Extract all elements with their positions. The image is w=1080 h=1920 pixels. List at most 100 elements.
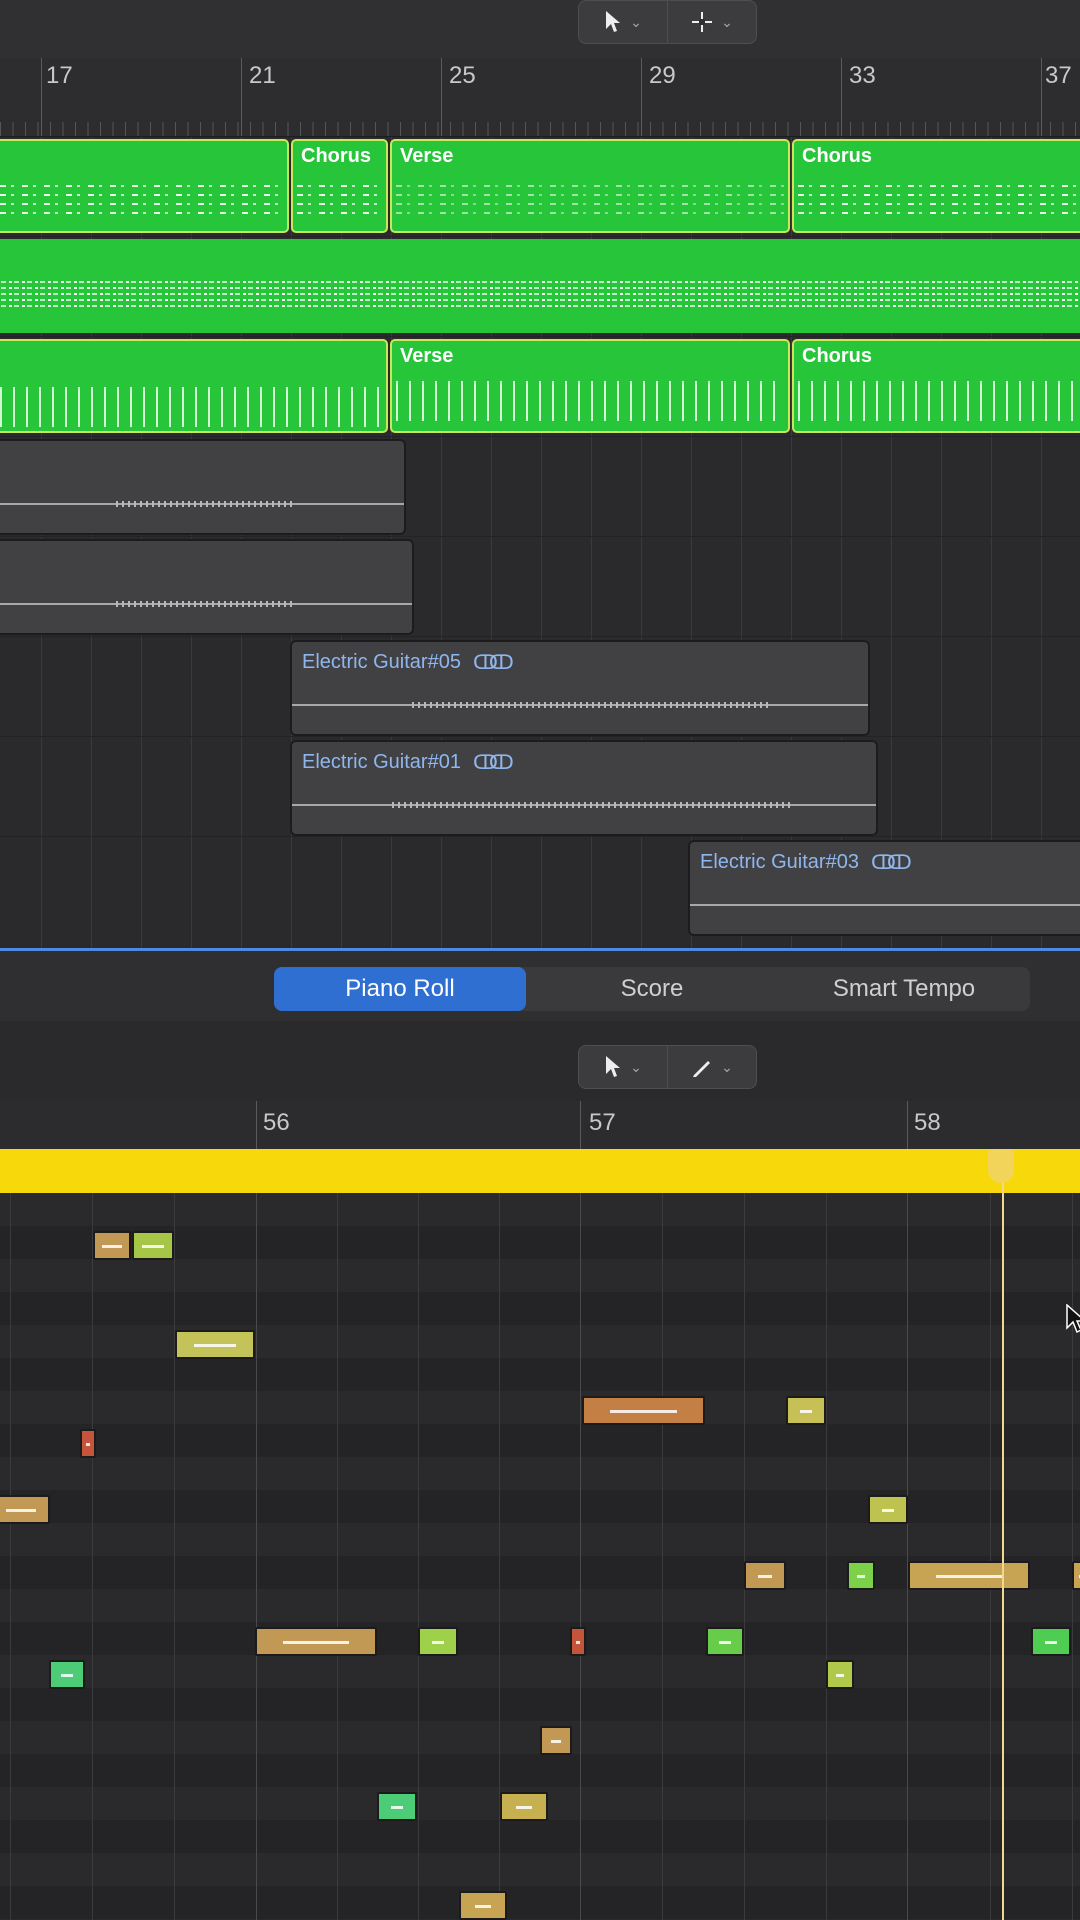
tab-smart-tempo[interactable]: Smart Tempo <box>778 967 1030 1011</box>
grid-line <box>174 1193 175 1920</box>
audio-region[interactable] <box>0 439 406 535</box>
crosshair-icon <box>692 12 713 32</box>
midi-note[interactable] <box>49 1660 85 1689</box>
midi-note[interactable] <box>500 1792 548 1821</box>
grid-line <box>907 1193 908 1920</box>
audio-region-electric-guitar-03[interactable]: Electric Guitar#03 ↀↀ <box>688 840 1080 936</box>
grid-line <box>10 1193 11 1920</box>
tracks-ruler[interactable]: 17 21 25 29 33 37 <box>0 58 1080 137</box>
midi-note[interactable] <box>908 1561 1030 1590</box>
midi-note[interactable] <box>582 1396 705 1425</box>
midi-notes-preview <box>396 185 784 221</box>
midi-note[interactable] <box>706 1627 744 1656</box>
bar-tick <box>907 1101 908 1149</box>
piano-roll-grid[interactable] <box>0 1193 1080 1920</box>
tab-piano-roll[interactable]: Piano Roll <box>274 967 526 1011</box>
midi-note[interactable] <box>175 1330 255 1359</box>
region-name: Verse <box>400 345 454 367</box>
region-name: Electric Guitar#01 <box>302 751 461 773</box>
bar-number: 56 <box>263 1109 290 1136</box>
piano-roll-ruler[interactable]: 56 57 58 <box>0 1101 1080 1149</box>
midi-note[interactable] <box>132 1231 174 1260</box>
tab-score[interactable]: Score <box>526 967 778 1011</box>
grid-line <box>662 1193 663 1920</box>
chevron-down-icon: ⌄ <box>630 13 642 30</box>
track-divider <box>0 836 1080 837</box>
bar-number: 21 <box>249 62 276 89</box>
midi-region-verse[interactable]: Verse <box>390 139 790 233</box>
audio-region-electric-guitar-05[interactable]: Electric Guitar#05 ↀↀ <box>290 640 870 736</box>
bar-number: 58 <box>914 1109 941 1136</box>
grid-line <box>418 1193 419 1920</box>
grid-line <box>826 1193 827 1920</box>
midi-note[interactable] <box>459 1891 507 1920</box>
mouse-cursor-icon <box>1066 1304 1080 1334</box>
midi-note[interactable] <box>570 1627 586 1656</box>
midi-note[interactable] <box>1031 1627 1071 1656</box>
midi-region-chorus[interactable]: Chorus <box>291 139 388 233</box>
waveform-detail <box>392 802 792 808</box>
pointer-tool-menu[interactable]: ⌄ <box>579 1046 667 1088</box>
region-name: Electric Guitar#03 <box>700 851 859 873</box>
midi-region-chorus[interactable]: Chorus <box>792 339 1080 433</box>
midi-notes-preview <box>396 381 784 421</box>
region-name-row: Electric Guitar#05 ↀↀ <box>302 650 514 675</box>
pencil-tool-menu[interactable]: ⌄ <box>667 1046 756 1088</box>
midi-note[interactable] <box>255 1627 377 1656</box>
waveform <box>690 904 1080 906</box>
midi-notes-preview <box>798 185 1080 221</box>
midi-note[interactable] <box>93 1231 131 1260</box>
pointer-tool-menu[interactable]: ⌄ <box>579 1 667 43</box>
bar-number: 29 <box>649 62 676 89</box>
grid-line <box>580 1193 581 1920</box>
midi-note[interactable] <box>80 1429 96 1458</box>
region-name-row: Electric Guitar#01 ↀↀ <box>302 750 514 775</box>
midi-note[interactable] <box>868 1495 908 1524</box>
track-divider <box>0 636 1080 637</box>
chevron-down-icon: ⌄ <box>721 1058 733 1075</box>
midi-notes-preview <box>297 185 382 221</box>
secondary-tool-menu[interactable]: ⌄ <box>667 1 756 43</box>
midi-notes-preview <box>0 185 283 221</box>
track-divider <box>0 236 1080 237</box>
playhead-handle[interactable] <box>988 1149 1014 1183</box>
audio-region-electric-guitar-01[interactable]: Electric Guitar#01 ↀↀ <box>290 740 878 836</box>
region-name: Verse <box>400 145 454 167</box>
chevron-down-icon: ⌄ <box>721 13 733 30</box>
tracks-area[interactable]: Chorus Verse Chorus Verse Chorus Electri… <box>0 137 1080 949</box>
midi-note[interactable] <box>847 1561 875 1590</box>
midi-region-verse[interactable]: Verse <box>390 339 790 433</box>
bar-tick <box>580 1101 581 1149</box>
midi-region-strip[interactable] <box>0 1149 1080 1193</box>
editor-tool-menus: ⌄ ⌄ <box>578 1045 757 1089</box>
editor-tabs: Piano Roll Score Smart Tempo <box>274 967 1030 1011</box>
midi-region[interactable] <box>0 339 388 433</box>
bar-number: 33 <box>849 62 876 89</box>
midi-note[interactable] <box>786 1396 826 1425</box>
audio-region[interactable] <box>0 539 414 635</box>
track-divider <box>0 336 1080 337</box>
playhead[interactable] <box>1002 1160 1004 1920</box>
waveform-detail <box>116 601 296 607</box>
waveform-detail <box>116 501 296 507</box>
midi-region-chorus[interactable]: Chorus <box>792 139 1080 233</box>
grid-line <box>1072 1193 1073 1920</box>
bar-number: 57 <box>589 1109 616 1136</box>
loop-icon: ↀↀ <box>472 752 514 774</box>
midi-note[interactable] <box>377 1792 417 1821</box>
midi-note[interactable] <box>1072 1561 1080 1590</box>
midi-region[interactable] <box>0 139 289 233</box>
midi-note[interactable] <box>0 1495 50 1524</box>
midi-note[interactable] <box>418 1627 458 1656</box>
midi-note[interactable] <box>540 1726 572 1755</box>
chevron-down-icon: ⌄ <box>630 1058 642 1075</box>
editor-toolbar: ⌄ ⌄ <box>0 1021 1080 1101</box>
midi-note[interactable] <box>826 1660 854 1689</box>
grid-line <box>92 1193 93 1920</box>
region-name: Chorus <box>301 145 371 167</box>
tracks-toolbar: ⌄ ⌄ <box>0 0 1080 58</box>
midi-note[interactable] <box>744 1561 786 1590</box>
region-name: Chorus <box>802 345 872 367</box>
tracks-tool-menus: ⌄ ⌄ <box>578 0 757 44</box>
midi-region-drums[interactable] <box>0 239 1080 333</box>
